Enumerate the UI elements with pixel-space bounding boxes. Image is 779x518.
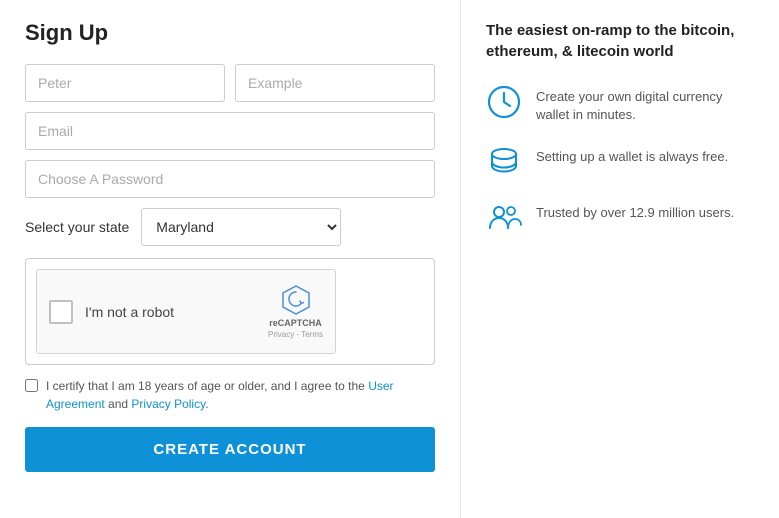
terms-text-before: I certify that I am 18 years of age or o… bbox=[46, 379, 368, 393]
feature-item-free: Setting up a wallet is always free. bbox=[486, 144, 754, 180]
state-row: Select your state Maryland Alabama Alask… bbox=[25, 208, 435, 246]
feature-text-trusted: Trusted by over 12.9 million users. bbox=[536, 200, 734, 222]
terms-text-mid: and bbox=[105, 397, 132, 411]
feature-item-trusted: Trusted by over 12.9 million users. bbox=[486, 200, 754, 236]
password-wrap bbox=[25, 160, 435, 198]
captcha-right: reCAPTCHA Privacy - Terms bbox=[268, 284, 323, 339]
terms-row: I certify that I am 18 years of age or o… bbox=[25, 377, 435, 413]
last-name-input[interactable] bbox=[235, 64, 435, 102]
tagline: The easiest on-ramp to the bitcoin, ethe… bbox=[486, 20, 754, 62]
captcha-links-text: Privacy - Terms bbox=[268, 330, 323, 339]
feature-text-wallet: Create your own digital currency wallet … bbox=[536, 84, 754, 124]
terms-checkbox[interactable] bbox=[25, 379, 38, 392]
feature-item-wallet: Create your own digital currency wallet … bbox=[486, 84, 754, 124]
captcha-checkbox[interactable] bbox=[49, 300, 73, 324]
left-panel: Sign Up Select your state Maryland Alaba… bbox=[0, 0, 460, 518]
terms-text: I certify that I am 18 years of age or o… bbox=[46, 377, 435, 413]
create-account-button[interactable]: CREATE ACCOUNT bbox=[25, 427, 435, 472]
captcha-box: I'm not a robot reCAPTCHA Privacy - Term… bbox=[25, 258, 435, 365]
first-name-input[interactable] bbox=[25, 64, 225, 102]
state-select[interactable]: Maryland Alabama Alaska Arizona Californ… bbox=[141, 208, 341, 246]
email-wrap bbox=[25, 112, 435, 150]
page-title: Sign Up bbox=[25, 20, 435, 46]
feature-text-free: Setting up a wallet is always free. bbox=[536, 144, 728, 166]
captcha-inner[interactable]: I'm not a robot reCAPTCHA Privacy - Term… bbox=[36, 269, 336, 354]
captcha-label: I'm not a robot bbox=[85, 304, 174, 320]
captcha-left: I'm not a robot bbox=[49, 300, 174, 324]
coins-icon bbox=[486, 144, 522, 180]
email-input[interactable] bbox=[25, 112, 435, 150]
right-panel: The easiest on-ramp to the bitcoin, ethe… bbox=[460, 0, 779, 518]
password-input[interactable] bbox=[25, 160, 435, 198]
users-icon bbox=[486, 200, 522, 236]
name-row bbox=[25, 64, 435, 102]
recaptcha-logo-icon bbox=[280, 284, 312, 316]
clock-icon bbox=[486, 84, 522, 120]
state-label: Select your state bbox=[25, 219, 129, 235]
terms-text-end: . bbox=[205, 397, 208, 411]
captcha-brand-text: reCAPTCHA bbox=[269, 318, 322, 328]
privacy-policy-link[interactable]: Privacy Policy bbox=[131, 397, 205, 411]
